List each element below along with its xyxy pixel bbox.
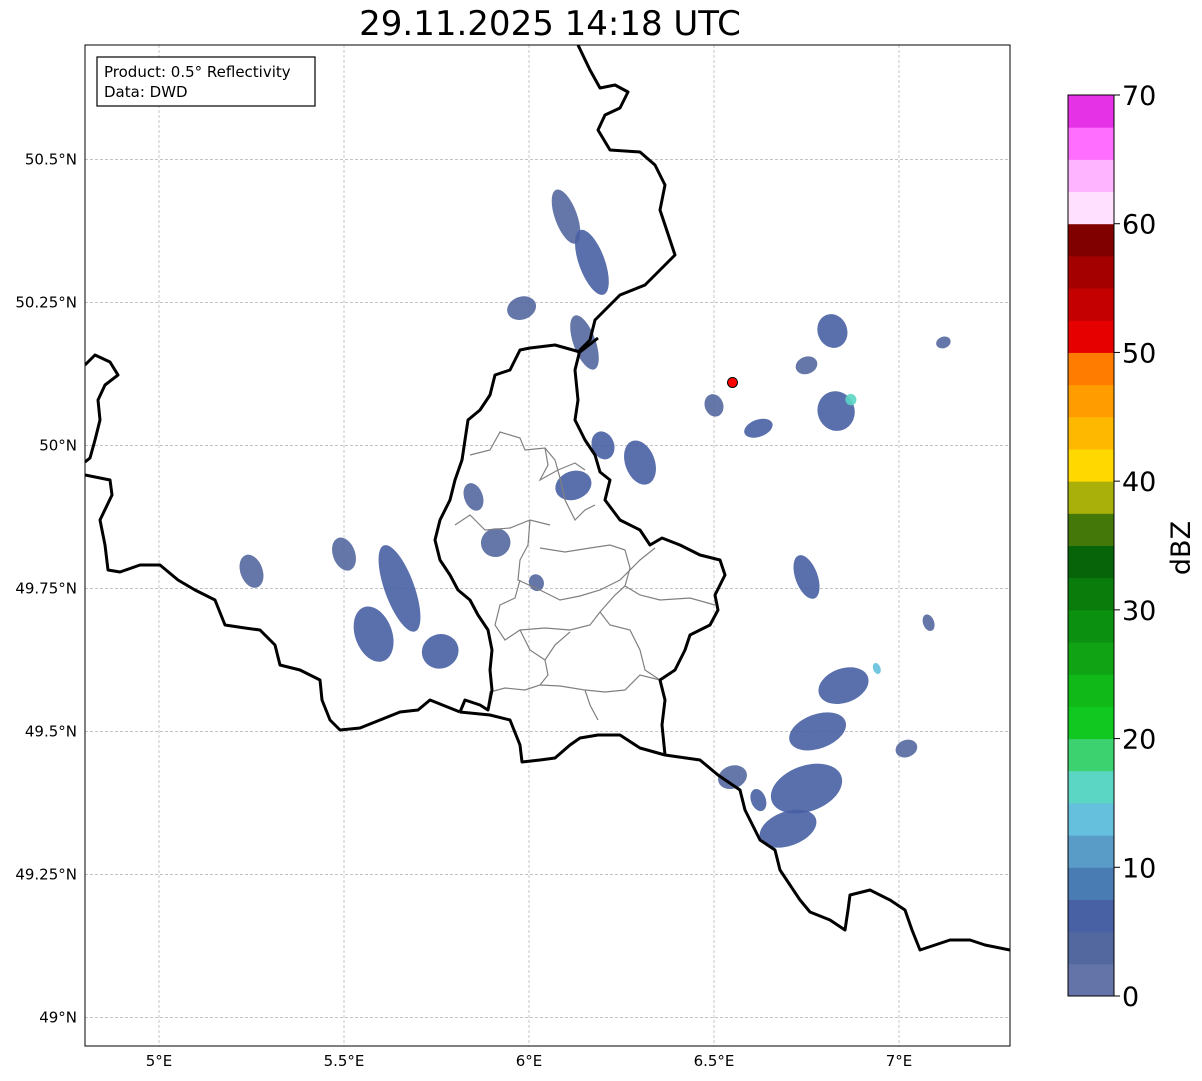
colorbar-segment: [1068, 706, 1114, 740]
map-area[interactable]: [85, 45, 1010, 1046]
colorbar-segment: [1068, 674, 1114, 707]
colorbar-tick-label: 50: [1122, 338, 1156, 369]
colorbar-segment: [1068, 127, 1114, 160]
colorbar-segment: [1068, 770, 1114, 804]
colorbar-tick-label: 60: [1122, 210, 1156, 241]
colorbar-segment: [1068, 609, 1114, 643]
colorbar-segment: [1068, 545, 1114, 579]
colorbar-unit-label: dBZ: [1166, 521, 1197, 575]
colorbar-segment: [1068, 577, 1114, 611]
colorbar-segment: [1068, 481, 1114, 514]
colorbar-segment: [1068, 352, 1114, 386]
colorbar-segment: [1068, 802, 1114, 836]
colorbar-tick-label: 0: [1122, 982, 1139, 1013]
colorbar-segment: [1068, 931, 1114, 965]
radar-site-marker[interactable]: [727, 376, 738, 388]
radar-map-figure: Product: 0.5° Reflectivity Data: DWD 5°E…: [15, 44, 1197, 1070]
colorbar-segment: [1068, 320, 1114, 353]
lat-tick-label: 50°N: [39, 436, 77, 454]
lat-tick-label: 49°N: [39, 1008, 77, 1026]
lat-tick-label: 49.5°N: [25, 722, 77, 740]
lon-tick-label: 7°E: [886, 1052, 913, 1070]
colorbar-segment: [1068, 867, 1114, 900]
colorbar-tick-label: 70: [1122, 81, 1156, 112]
colorbar-segment: [1068, 416, 1114, 450]
lat-tick-label: 50.25°N: [15, 293, 77, 311]
colorbar-tick-label: 30: [1122, 596, 1156, 627]
colorbar-tick-label: 10: [1122, 853, 1156, 884]
colorbar-tick-label: 20: [1122, 725, 1156, 756]
lat-tick-label: 50.5°N: [25, 150, 77, 168]
info-product: Product: 0.5° Reflectivity: [104, 63, 291, 81]
lon-tick-label: 6.5°E: [694, 1052, 735, 1070]
colorbar-segment: [1068, 513, 1114, 546]
colorbar-segment: [1068, 288, 1114, 321]
colorbar-segment: [1068, 738, 1114, 772]
colorbar-segment: [1068, 448, 1114, 482]
colorbar-segments: [1068, 95, 1114, 997]
lat-tick-label: 49.25°N: [15, 865, 77, 883]
lon-tick-label: 6°E: [516, 1052, 543, 1070]
colorbar-segment: [1068, 255, 1114, 289]
colorbar-segment: [1068, 95, 1114, 128]
lon-tick-label: 5°E: [146, 1052, 173, 1070]
info-data-source: Data: DWD: [104, 83, 188, 101]
info-box: Product: 0.5° Reflectivity Data: DWD: [96, 56, 316, 107]
colorbar-segment: [1068, 835, 1114, 868]
colorbar-segment: [1068, 191, 1114, 225]
colorbar-segment: [1068, 642, 1114, 675]
lat-tick-label: 49.75°N: [15, 579, 77, 597]
colorbar-segment: [1068, 963, 1114, 997]
lon-tick-label: 5.5°E: [324, 1052, 365, 1070]
colorbar-segment: [1068, 384, 1114, 418]
colorbar-segment: [1068, 899, 1114, 933]
colorbar-tick-label: 40: [1122, 467, 1156, 498]
colorbar-segment: [1068, 159, 1114, 193]
colorbar-segment: [1068, 223, 1114, 257]
colorbar: 0 10 20 30 40 50 60 70 dBZ: [1067, 81, 1197, 1013]
colorbar-ticks: 0 10 20 30 40 50 60 70: [1114, 81, 1156, 1013]
